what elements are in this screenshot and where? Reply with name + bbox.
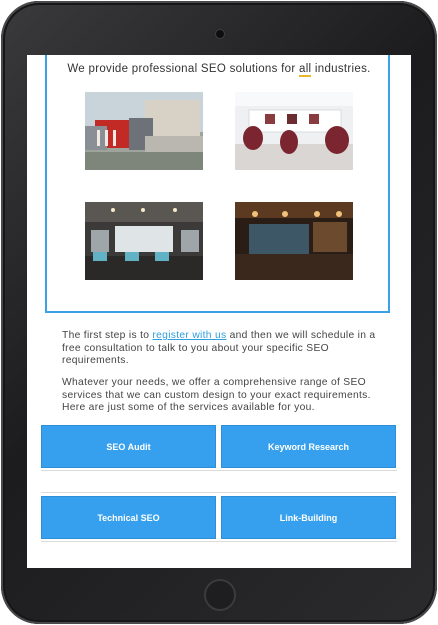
paragraph1-before: The first step is to xyxy=(62,330,153,341)
register-link[interactable]: register with us xyxy=(152,330,226,341)
registration-paragraph: The first step is to register with us an… xyxy=(62,330,380,368)
salon-image[interactable] xyxy=(235,92,353,170)
divider xyxy=(41,470,397,471)
intro-before: We provide professional SEO solutions fo… xyxy=(67,63,299,75)
factory-image[interactable] xyxy=(85,92,203,170)
office-image[interactable] xyxy=(85,202,203,280)
home-button[interactable] xyxy=(204,579,236,611)
tablet-frame: We provide professional SEO solutions fo… xyxy=(1,1,437,624)
keyword-research-button[interactable]: Keyword Research xyxy=(221,425,396,468)
camera-icon xyxy=(216,30,224,38)
restaurant-image[interactable] xyxy=(235,202,353,280)
intro-highlight: all xyxy=(299,63,312,77)
link-building-button[interactable]: Link-Building xyxy=(221,496,396,539)
divider xyxy=(41,541,397,542)
intro-after: industries. xyxy=(311,63,371,75)
services-paragraph: Whatever your needs, we offer a comprehe… xyxy=(62,377,371,414)
divider xyxy=(41,492,397,493)
seo-audit-button[interactable]: SEO Audit xyxy=(41,425,216,468)
intro-text: We provide professional SEO solutions fo… xyxy=(27,63,411,77)
screen: We provide professional SEO solutions fo… xyxy=(27,55,411,568)
technical-seo-button[interactable]: Technical SEO xyxy=(41,496,216,539)
